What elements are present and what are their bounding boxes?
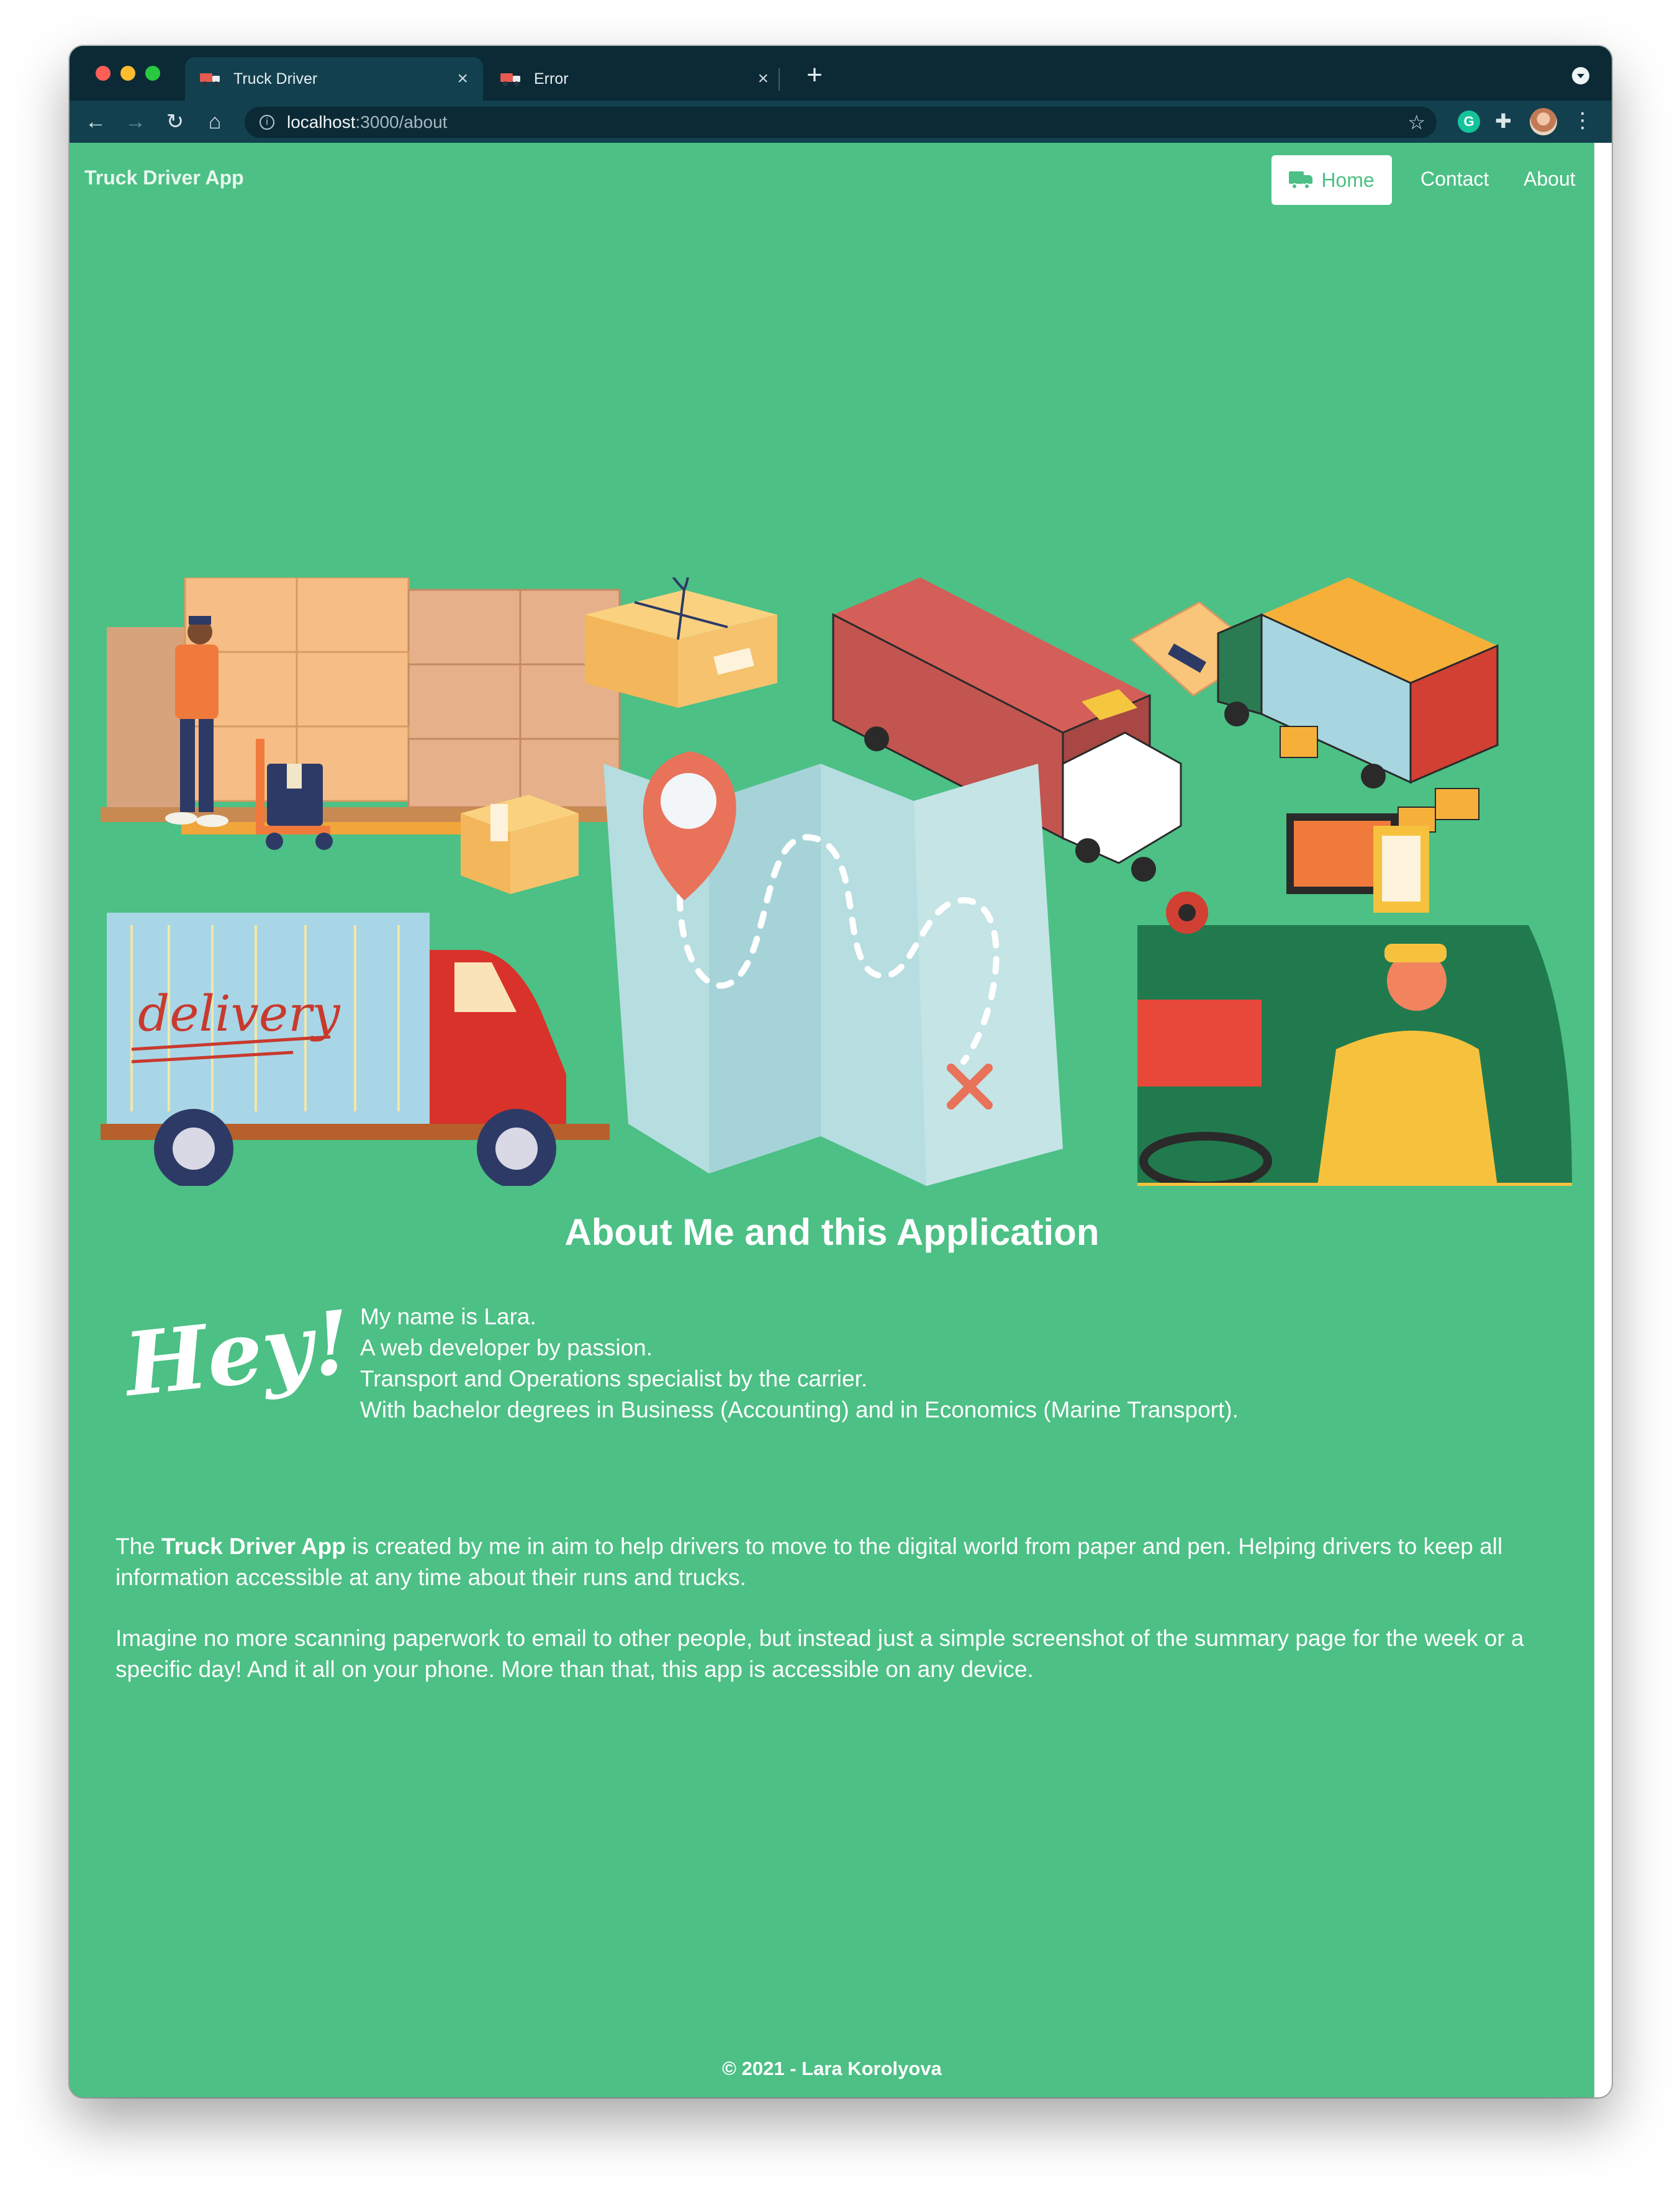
address-bar[interactable]: i localhost:3000/about ☆ [245,107,1437,138]
close-window-button[interactable] [96,66,111,81]
intro-lines: My name is Lara. A web developer by pass… [360,1301,1239,1426]
tab-search-icon[interactable] [1572,67,1589,84]
tab-title: Error [534,70,569,88]
intro-line: Transport and Operations specialist by t… [360,1366,868,1391]
tab-divider [779,68,780,91]
navbar-brand[interactable]: Truck Driver App [84,166,244,189]
logistics-illustration: delivery [101,577,1572,1186]
hey-text: Hey! [119,1291,343,1417]
back-arrow-icon[interactable]: ← [82,108,109,135]
tab-truck-driver[interactable]: Truck Driver × [185,57,483,101]
navbar: Truck Driver App Home Contact About [70,143,1594,215]
close-tab-icon[interactable]: × [457,68,468,89]
maximize-window-button[interactable] [145,66,160,81]
url-path: :3000/about [355,112,448,132]
page-title: About Me and this Application [564,1211,1100,1253]
browser-titlebar: Truck Driver × Error × + [70,46,1612,101]
tab-title: Truck Driver [233,70,318,88]
app-description-paragraph: The Truck Driver App is created by me in… [115,1531,1550,1593]
delivery-van-illustration [1217,577,1499,833]
info-icon[interactable]: i [260,115,274,130]
truck-driver-illustration [1137,813,1572,1186]
cardboard-box-illustration [461,795,579,894]
browser-window: Truck Driver × Error × + ← → ↻ ⌂ i local… [70,46,1612,2097]
truck-favicon-icon [200,72,221,86]
page-content: Truck Driver App Home Contact About deli… [70,143,1594,2097]
url-host: localhost [287,112,356,132]
nav-contact-link[interactable]: Contact [1420,168,1489,191]
nav-about-link[interactable]: About [1524,168,1576,191]
intro-line: With bachelor degrees in Business (Accou… [360,1397,1239,1422]
nav-home-label: Home [1321,168,1375,191]
intro-line: My name is Lara. [360,1304,536,1329]
new-tab-button[interactable]: + [797,60,832,91]
extensions-puzzle-icon[interactable]: ✚ [1495,109,1512,133]
hey-script-image: Hey! [119,1291,343,1417]
app-benefit-paragraph: Imagine no more scanning paperwork to em… [115,1625,1524,1682]
bookmark-star-icon[interactable]: ☆ [1407,111,1425,134]
forward-arrow-icon[interactable]: → [122,108,149,135]
delivery-truck-illustration: delivery [101,913,610,1186]
browser-toolbar: ← → ↻ ⌂ i localhost:3000/about ☆ G ✚ ⋮ [70,101,1612,143]
nav-home-button[interactable]: Home [1271,155,1392,205]
home-icon[interactable]: ⌂ [201,108,228,135]
tab-error[interactable]: Error × [485,57,784,101]
close-tab-icon[interactable]: × [757,68,769,89]
scrollbar-track[interactable] [1594,143,1612,2097]
intro-line: A web developer by passion. [360,1335,653,1360]
truck-favicon-icon [500,72,522,86]
p1-prefix: The [115,1534,162,1559]
grammarly-extension-icon[interactable]: G [1458,111,1480,133]
app-name-bold: Truck Driver App [161,1534,346,1559]
map-illustration [603,751,1063,1186]
profile-avatar[interactable] [1530,108,1557,135]
minimize-window-button[interactable] [120,66,135,81]
reload-icon[interactable]: ↻ [161,108,189,135]
truck-icon [1289,171,1314,189]
footer-copyright: © 2021 - Lara Korolyova [722,2058,942,2079]
delivery-text: delivery [138,985,341,1042]
browser-menu-icon[interactable]: ⋮ [1572,108,1593,133]
